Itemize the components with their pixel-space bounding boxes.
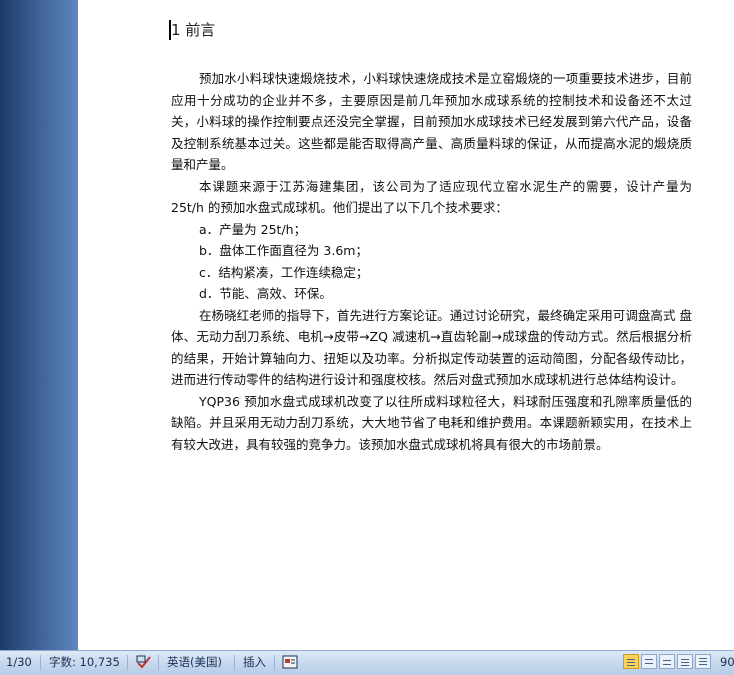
paragraph-4[interactable]: YQP36 预加水盘式成球机改变了以往所成料球粒径大，料球耐压强度和孔隙率质量低… xyxy=(171,391,692,456)
status-bar: 1/30 字数: 10,735 英语(美国) 插入 90 xyxy=(0,650,734,675)
paragraph-1[interactable]: 预加水小料球快速煅烧技术，小料球快速烧成技术是立窑煅烧的一项重要技术进步，目前应… xyxy=(171,68,692,176)
document-body[interactable]: 预加水小料球快速煅烧技术，小料球快速烧成技术是立窑煅烧的一项重要技术进步，目前应… xyxy=(171,68,692,455)
web-layout-view-button[interactable] xyxy=(659,654,675,669)
draft-view-button[interactable] xyxy=(695,654,711,669)
status-separator xyxy=(127,655,128,670)
status-separator xyxy=(234,655,235,670)
status-separator xyxy=(40,655,41,670)
insert-mode[interactable]: 插入 xyxy=(243,651,266,675)
outline-view-button[interactable] xyxy=(677,654,693,669)
section-heading[interactable]: 1 前言 xyxy=(171,19,215,41)
word-count[interactable]: 字数: 10,735 xyxy=(49,651,120,675)
paragraph-3[interactable]: 在杨晓红老师的指导下，首先进行方案论证。通过讨论研究，最终确定采用可调盘高式 盘… xyxy=(171,305,692,391)
macro-record-icon[interactable] xyxy=(282,654,298,670)
list-item-d[interactable]: d．节能、高效、环保。 xyxy=(171,283,692,305)
page-indicator[interactable]: 1/30 xyxy=(6,651,32,675)
spelling-check-icon[interactable] xyxy=(136,654,152,670)
list-item-c[interactable]: c．结构紧凑，工作连续稳定； xyxy=(171,262,692,284)
full-screen-reading-view-button[interactable] xyxy=(641,654,657,669)
language-indicator[interactable]: 英语(美国) xyxy=(167,651,222,675)
status-separator xyxy=(158,655,159,670)
paragraph-2[interactable]: 本课题来源于江苏海建集团，该公司为了适应现代立窑水泥生产的需要，设计产量为 25… xyxy=(171,176,692,219)
status-separator xyxy=(274,655,275,670)
left-window-background xyxy=(0,0,78,650)
print-layout-view-button[interactable] xyxy=(623,654,639,669)
zoom-level[interactable]: 90 xyxy=(720,651,734,675)
list-item-a[interactable]: a．产量为 25t/h； xyxy=(171,219,692,241)
list-item-b[interactable]: b．盘体工作面直径为 3.6m； xyxy=(171,240,692,262)
